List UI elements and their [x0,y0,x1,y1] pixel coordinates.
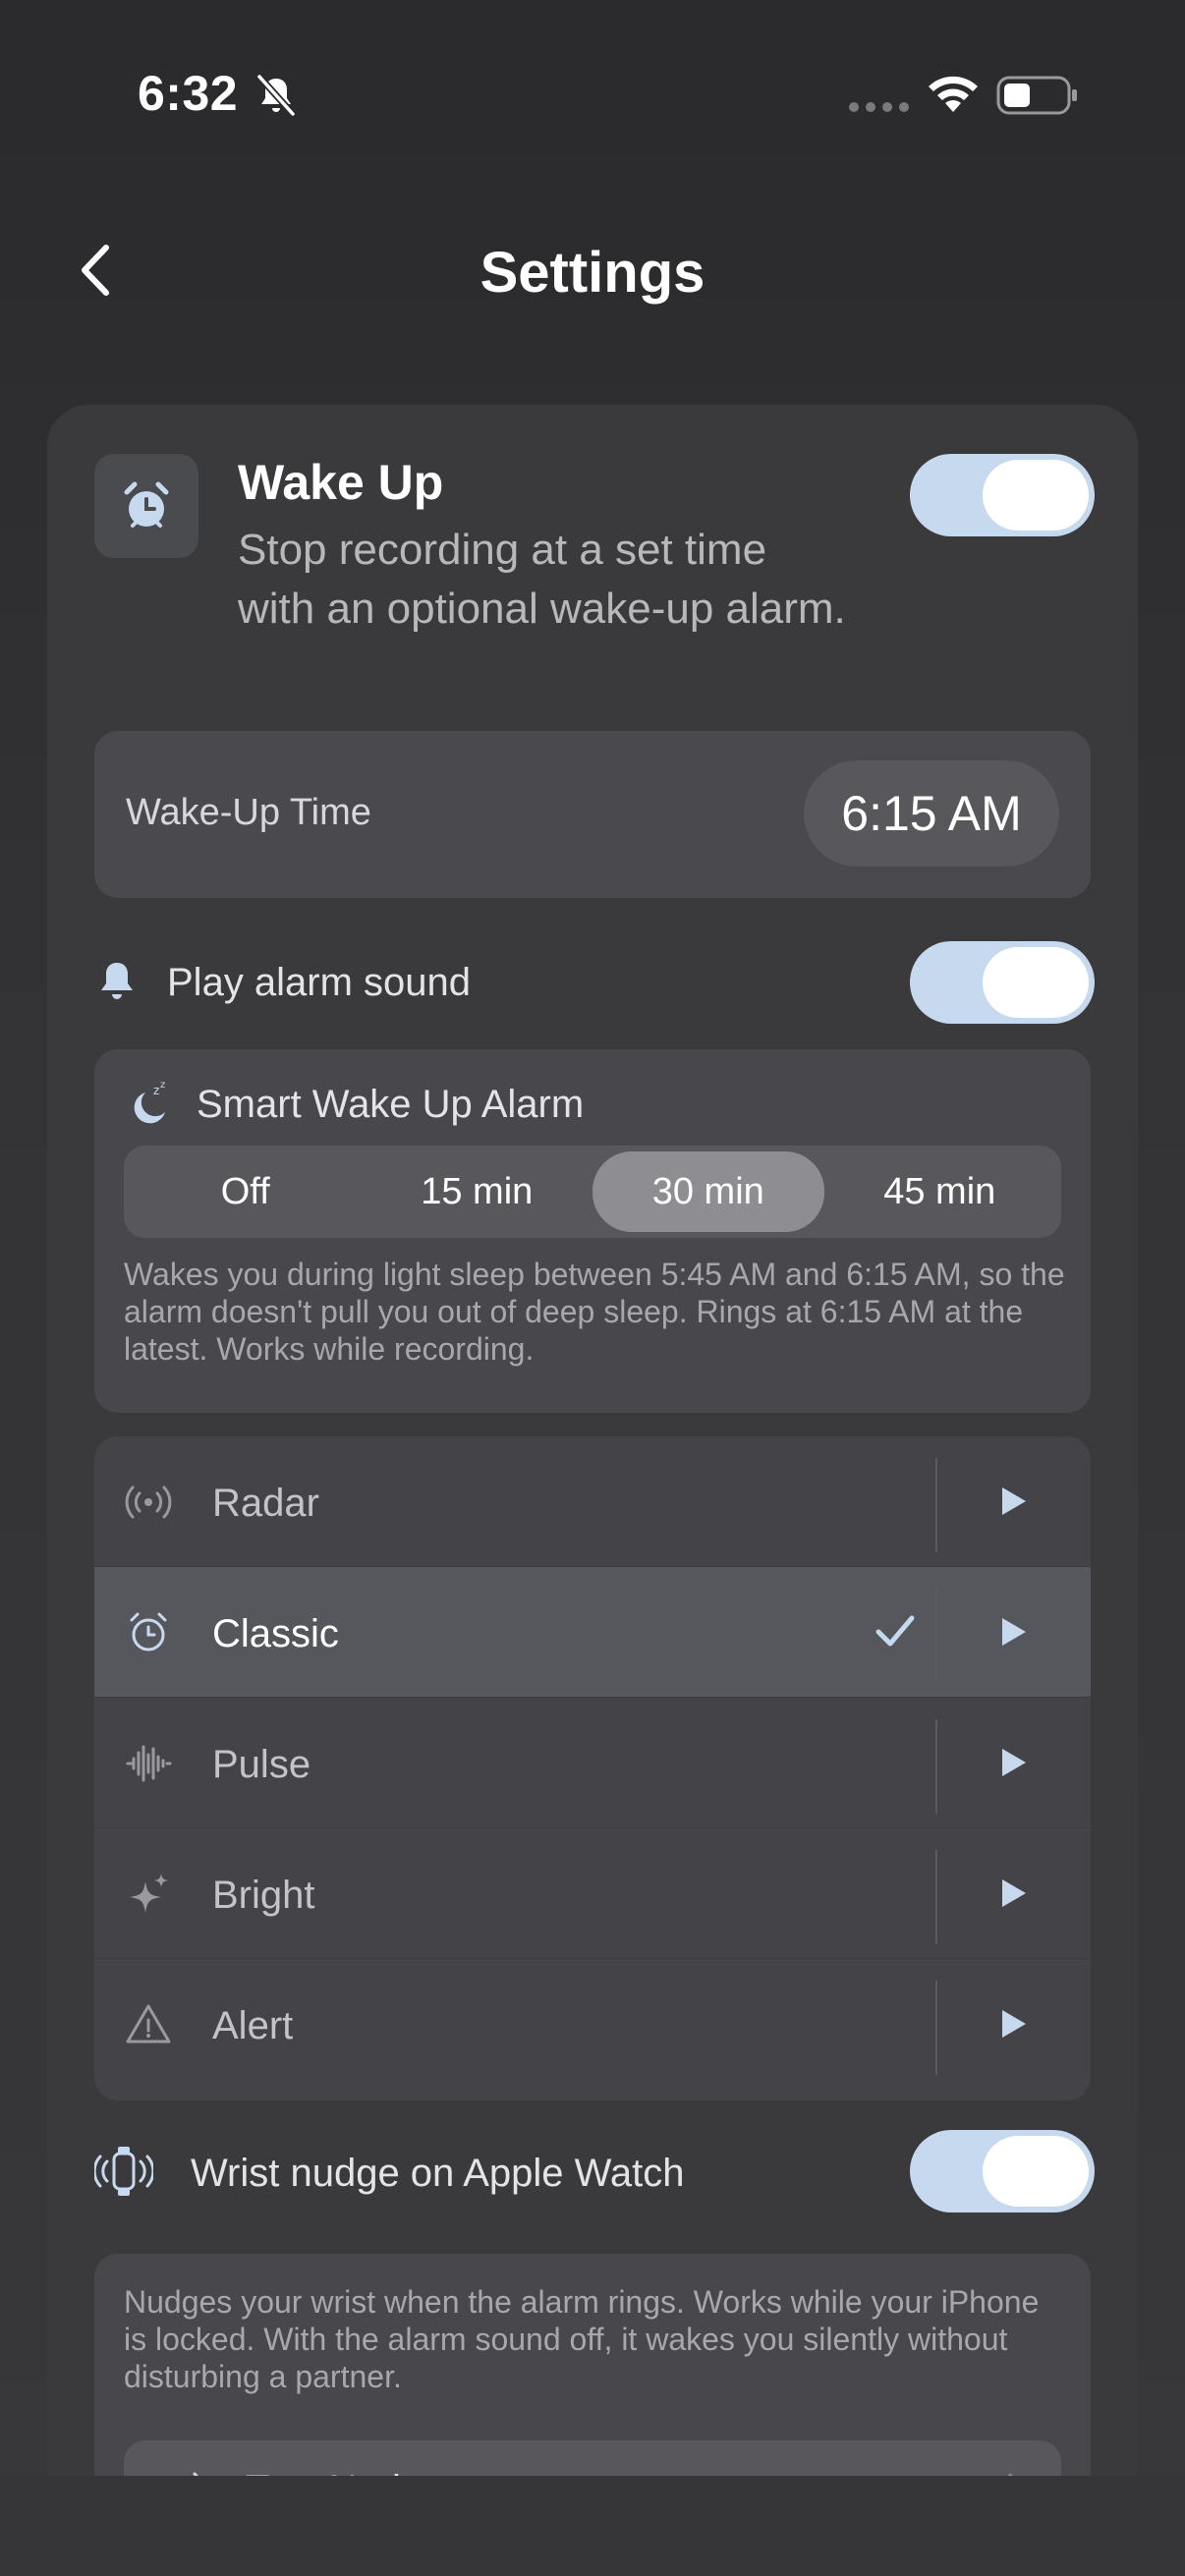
divider [935,1458,937,1552]
smart-wake-title: Smart Wake Up Alarm [197,1083,585,1126]
wake-up-icon-box [94,454,198,558]
checkmark-icon [875,1615,915,1647]
smart-wake-section: z z Smart Wake Up Alarm Off 15 min 30 mi… [94,1049,1091,1413]
divider [935,1719,937,1814]
sparkle-icon [130,1874,168,1913]
svg-text:z: z [153,1084,159,1097]
sound-label: Pulse [212,1743,311,1786]
sound-label: Classic [212,1612,339,1655]
wake-up-toggle[interactable] [910,454,1095,536]
cellular-signal-icon [849,102,909,112]
play-icon[interactable] [992,1482,1032,1521]
moon-zzz-icon: z z [134,1080,165,1124]
segment-30-min[interactable]: 30 min [592,1151,824,1232]
bell-icon [101,963,133,999]
segment-off[interactable]: Off [130,1151,362,1232]
toggle-knob [983,947,1089,1018]
sound-label: Bright [212,1874,315,1917]
status-bar: 6:32 [0,0,1185,196]
alarm-clock-icon [124,481,169,528]
wake-up-time-row: Wake-Up Time 6:15 AM [94,731,1091,898]
battery-icon [996,76,1077,115]
wake-up-description: Stop recording at a set time with an opt… [238,526,846,633]
warning-triangle-icon [126,2004,171,2044]
bottom-bar-background [0,2476,1185,2576]
play-icon[interactable] [992,1874,1032,1913]
sound-item-radar[interactable]: Radar [94,1436,1091,1567]
navigation-bar: Settings [0,216,1185,324]
toggle-knob [983,460,1089,531]
sound-item-bright[interactable]: Bright [94,1828,1091,1959]
apple-watch-icon [94,2147,153,2196]
smart-wake-segmented-control: Off 15 min 30 min 45 min [124,1146,1061,1238]
status-time: 6:32 [138,66,239,121]
wake-up-time-picker[interactable]: 6:15 AM [804,760,1059,867]
divider [935,1850,937,1944]
alarm-clock-icon [130,1612,167,1652]
sound-item-pulse[interactable]: Pulse [94,1698,1091,1828]
wrist-nudge-row: Wrist nudge on Apple Watch [94,2124,1095,2218]
wrist-nudge-toggle[interactable] [910,2130,1095,2212]
play-icon[interactable] [992,2004,1032,2044]
divider [935,1589,937,1683]
wake-up-card: Wake Up Stop recording at a set time wit… [47,405,1138,2576]
page-title: Settings [480,241,705,305]
smart-wake-note: Wakes you during light sleep between 5:4… [124,1257,1065,1367]
sound-item-classic[interactable]: Classic [94,1567,1091,1698]
wake-up-time-label: Wake-Up Time [126,792,371,833]
play-icon[interactable] [992,1743,1032,1782]
segment-45-min[interactable]: 45 min [824,1151,1056,1232]
segment-15-min[interactable]: 15 min [362,1151,593,1232]
sound-item-alert[interactable]: Alert [94,1959,1091,2090]
radar-icon [125,1485,172,1519]
play-icon[interactable] [992,1612,1032,1652]
alarm-sound-list: Radar Classic Pulse Bright Alert [94,1436,1091,2100]
play-alarm-sound-row: Play alarm sound [94,935,1095,1030]
play-alarm-sound-toggle[interactable] [910,941,1095,1024]
sound-label: Radar [212,1482,319,1525]
wrist-nudge-note: Nudges your wrist when the alarm rings. … [124,2284,1040,2394]
wifi-icon [929,76,978,112]
sound-label: Alert [212,2004,294,2047]
bell-slash-icon [256,74,296,117]
toggle-knob [983,2136,1089,2207]
wake-up-title: Wake Up [238,455,444,510]
settings-screen: 6:32 Settings Wake Up Stop recording at … [0,0,1185,2576]
wrist-nudge-label: Wrist nudge on Apple Watch [191,2152,685,2195]
play-alarm-sound-label: Play alarm sound [167,961,472,1004]
waveform-icon [126,1745,172,1782]
divider [935,1981,937,2075]
svg-text:z: z [160,1080,165,1091]
